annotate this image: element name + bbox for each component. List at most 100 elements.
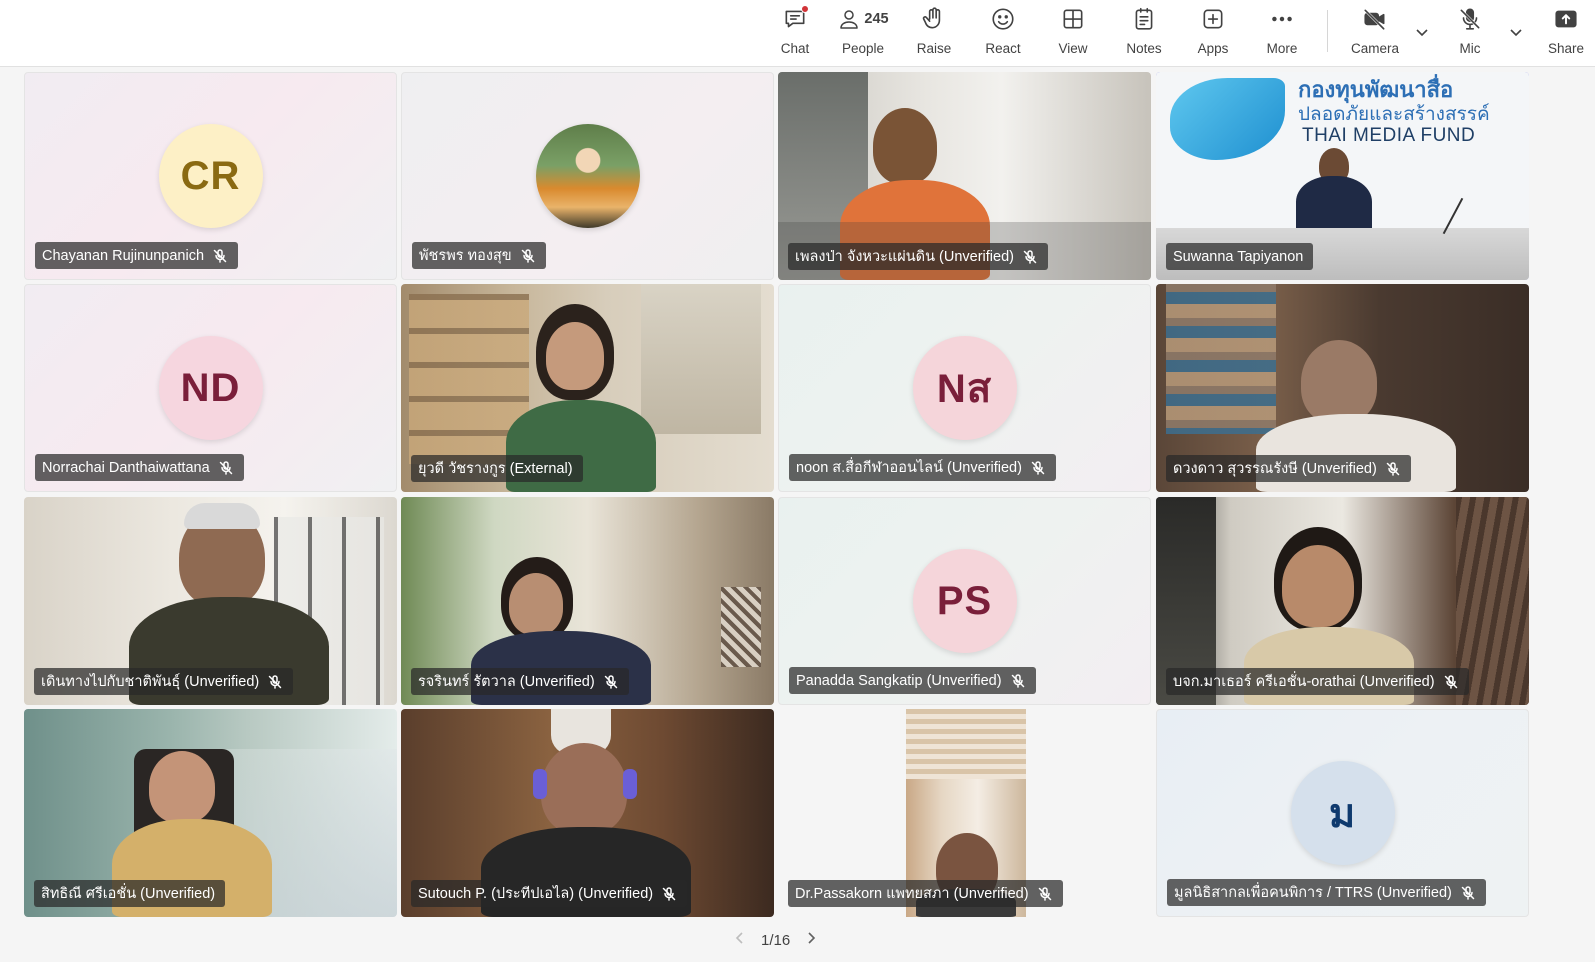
- participant-name-tag: Sutouch P. (ประทีปเอไล) (Unverified): [411, 880, 688, 907]
- participant-name: เดินทางไปกับชาติพันธุ์ (Unverified): [41, 674, 260, 690]
- participant-name: สิทธิณี ศรีเอชั่น (Unverified): [41, 886, 216, 902]
- mic-button[interactable]: Mic: [1452, 4, 1488, 62]
- view-button[interactable]: View: [1055, 4, 1091, 62]
- mic-muted-icon: [1010, 673, 1026, 689]
- mic-muted-icon: [1037, 886, 1053, 902]
- raise-label: Raise: [916, 41, 952, 56]
- participant-video-tile[interactable]: บจก.มาเธอร์ ครีเอชั่น-orathai (Unverifie…: [1156, 497, 1529, 705]
- participant-video-tile[interactable]: Dr.Passakorn แพทยสภา (Unverified): [778, 709, 1151, 917]
- mic-muted-icon: [603, 674, 619, 690]
- apps-label: Apps: [1197, 41, 1229, 56]
- more-button[interactable]: More: [1262, 4, 1302, 62]
- participant-name: มูลนิธิสากลเพื่อคนพิการ / TTRS (Unverifi…: [1174, 885, 1452, 901]
- participant-video-tile[interactable]: Sutouch P. (ประทีปเอไล) (Unverified): [401, 709, 774, 917]
- more-label: More: [1266, 41, 1298, 56]
- mic-options-chevron-icon[interactable]: [1508, 24, 1524, 40]
- participant-name: ยุวดี วัชรางกูร (External): [418, 461, 573, 477]
- mic-muted-icon: [520, 248, 536, 264]
- chat-icon: [780, 4, 810, 34]
- avatar-initials: ม: [1290, 761, 1395, 865]
- notes-button[interactable]: Notes: [1124, 4, 1164, 62]
- smiley-icon: [988, 4, 1018, 34]
- participant-name-tag: ยุวดี วัชรางกูร (External): [411, 455, 583, 482]
- camera-label: Camera: [1350, 41, 1399, 56]
- participant-name-tag: บจก.มาเธอร์ ครีเอชั่น-orathai (Unverifie…: [1166, 668, 1469, 695]
- toolbar-divider: [1327, 10, 1328, 52]
- participant-name: Dr.Passakorn แพทยสภา (Unverified): [795, 886, 1029, 902]
- share-label: Share: [1547, 41, 1585, 56]
- participant-name-tag: Suwanna Tapiyanon: [1166, 243, 1314, 270]
- participant-tile[interactable]: PS Panadda Sangkatip (Unverified): [778, 497, 1151, 705]
- people-button[interactable]: 245 People: [834, 4, 892, 62]
- mic-muted-icon: [218, 460, 234, 476]
- apps-button[interactable]: Apps: [1195, 4, 1231, 62]
- participant-name-tag: Chayanan Rujinunpanich: [35, 242, 239, 269]
- participant-name-tag: พัชรพร ทองสุข: [412, 242, 546, 269]
- mic-muted-icon: [661, 886, 677, 902]
- participant-name: Sutouch P. (ประทีปเอไล) (Unverified): [418, 886, 654, 902]
- grid-view-icon: [1058, 4, 1088, 34]
- participant-name-tag: สิทธิณี ศรีเอชั่น (Unverified): [34, 880, 226, 907]
- mic-muted-icon: [212, 248, 228, 264]
- participant-name-tag: Panadda Sangkatip (Unverified): [789, 667, 1036, 694]
- view-label: View: [1058, 41, 1088, 56]
- share-icon: [1551, 4, 1581, 34]
- mic-muted-icon: [1030, 460, 1046, 476]
- next-page-chevron-icon[interactable]: [804, 931, 818, 949]
- add-app-icon: [1198, 4, 1228, 34]
- gallery-pager: 1/16: [733, 929, 818, 951]
- participant-video-tile[interactable]: เพลงป่า จังหวะแผ่นดิน (Unverified): [778, 72, 1151, 280]
- participant-name: ดวงดาว สุวรรณรังษี (Unverified): [1173, 461, 1377, 477]
- chat-label: Chat: [780, 41, 810, 56]
- banner-line-3: THAI MEDIA FUND: [1302, 125, 1476, 146]
- meeting-toolbar: Chat 245 People Raise React View Notes A…: [0, 0, 1595, 67]
- avatar-initials: ND: [158, 336, 263, 440]
- page-indicator: 1/16: [761, 931, 791, 949]
- mic-off-icon: [1455, 4, 1485, 34]
- participant-tile[interactable]: Nส noon ส.สื่อกีฬาออนไลน์ (Unverified): [778, 284, 1151, 492]
- mic-label: Mic: [1459, 41, 1481, 56]
- avatar-initials: Nส: [912, 336, 1017, 440]
- react-button[interactable]: React: [983, 4, 1023, 62]
- participant-video-tile-active-speaker[interactable]: กองทุนพัฒนาสื่อ ปลอดภัยและสร้างสรรค์ THA…: [1156, 72, 1529, 280]
- participant-video-tile[interactable]: ยุวดี วัชรางกูร (External): [401, 284, 774, 492]
- participant-tile[interactable]: พัชรพร ทองสุข: [401, 72, 774, 280]
- dove-logo-icon: [1170, 78, 1285, 160]
- participant-name-tag: ดวงดาว สุวรรณรังษี (Unverified): [1166, 455, 1411, 482]
- camera-off-icon: [1360, 4, 1390, 34]
- avatar-initials: CR: [158, 124, 263, 228]
- notes-icon: [1129, 4, 1159, 34]
- participant-name-tag: มูลนิธิสากลเพื่อคนพิการ / TTRS (Unverifi…: [1167, 879, 1486, 906]
- mic-muted-icon: [1022, 249, 1038, 265]
- unread-dot: [801, 5, 809, 13]
- participant-video-tile[interactable]: สิทธิณี ศรีเอชั่น (Unverified): [24, 709, 397, 917]
- participant-name-tag: เพลงป่า จังหวะแผ่นดิน (Unverified): [788, 243, 1048, 270]
- notes-label: Notes: [1126, 41, 1162, 56]
- participant-name: Panadda Sangkatip (Unverified): [796, 672, 1002, 689]
- chat-button[interactable]: Chat: [777, 4, 813, 62]
- raise-hand-icon: [919, 4, 949, 34]
- participant-name-tag: Dr.Passakorn แพทยสภา (Unverified): [788, 880, 1063, 907]
- participant-name-tag: เดินทางไปกับชาติพันธุ์ (Unverified): [34, 668, 294, 695]
- camera-options-chevron-icon[interactable]: [1414, 24, 1430, 40]
- participant-name: เพลงป่า จังหวะแผ่นดิน (Unverified): [795, 249, 1014, 265]
- raise-hand-button[interactable]: Raise: [915, 4, 953, 62]
- share-button[interactable]: Share: [1546, 4, 1586, 62]
- participant-tile[interactable]: CR Chayanan Rujinunpanich: [24, 72, 397, 280]
- participant-video-tile[interactable]: เดินทางไปกับชาติพันธุ์ (Unverified): [24, 497, 397, 705]
- participant-name-tag: noon ส.สื่อกีฬาออนไลน์ (Unverified): [789, 454, 1056, 481]
- participant-name: Norrachai Danthaiwattana: [42, 459, 210, 476]
- participant-video-tile[interactable]: รจรินทร์ รัตวาล (Unverified): [401, 497, 774, 705]
- participant-video-tile[interactable]: ดวงดาว สุวรรณรังษี (Unverified): [1156, 284, 1529, 492]
- participant-name: Suwanna Tapiyanon: [1173, 248, 1304, 265]
- people-icon: [837, 4, 861, 34]
- participant-name: บจก.มาเธอร์ ครีเอชั่น-orathai (Unverifie…: [1173, 674, 1435, 690]
- more-dots-icon: [1267, 4, 1297, 34]
- profile-photo-avatar: [535, 124, 640, 228]
- camera-button[interactable]: Camera: [1350, 4, 1400, 62]
- participant-tile[interactable]: ม มูลนิธิสากลเพื่อคนพิการ / TTRS (Unveri…: [1156, 709, 1529, 917]
- previous-page-chevron-icon[interactable]: [733, 931, 747, 949]
- participant-name-tag: Norrachai Danthaiwattana: [35, 454, 244, 481]
- participant-tile[interactable]: ND Norrachai Danthaiwattana: [24, 284, 397, 492]
- mic-muted-icon: [1443, 674, 1459, 690]
